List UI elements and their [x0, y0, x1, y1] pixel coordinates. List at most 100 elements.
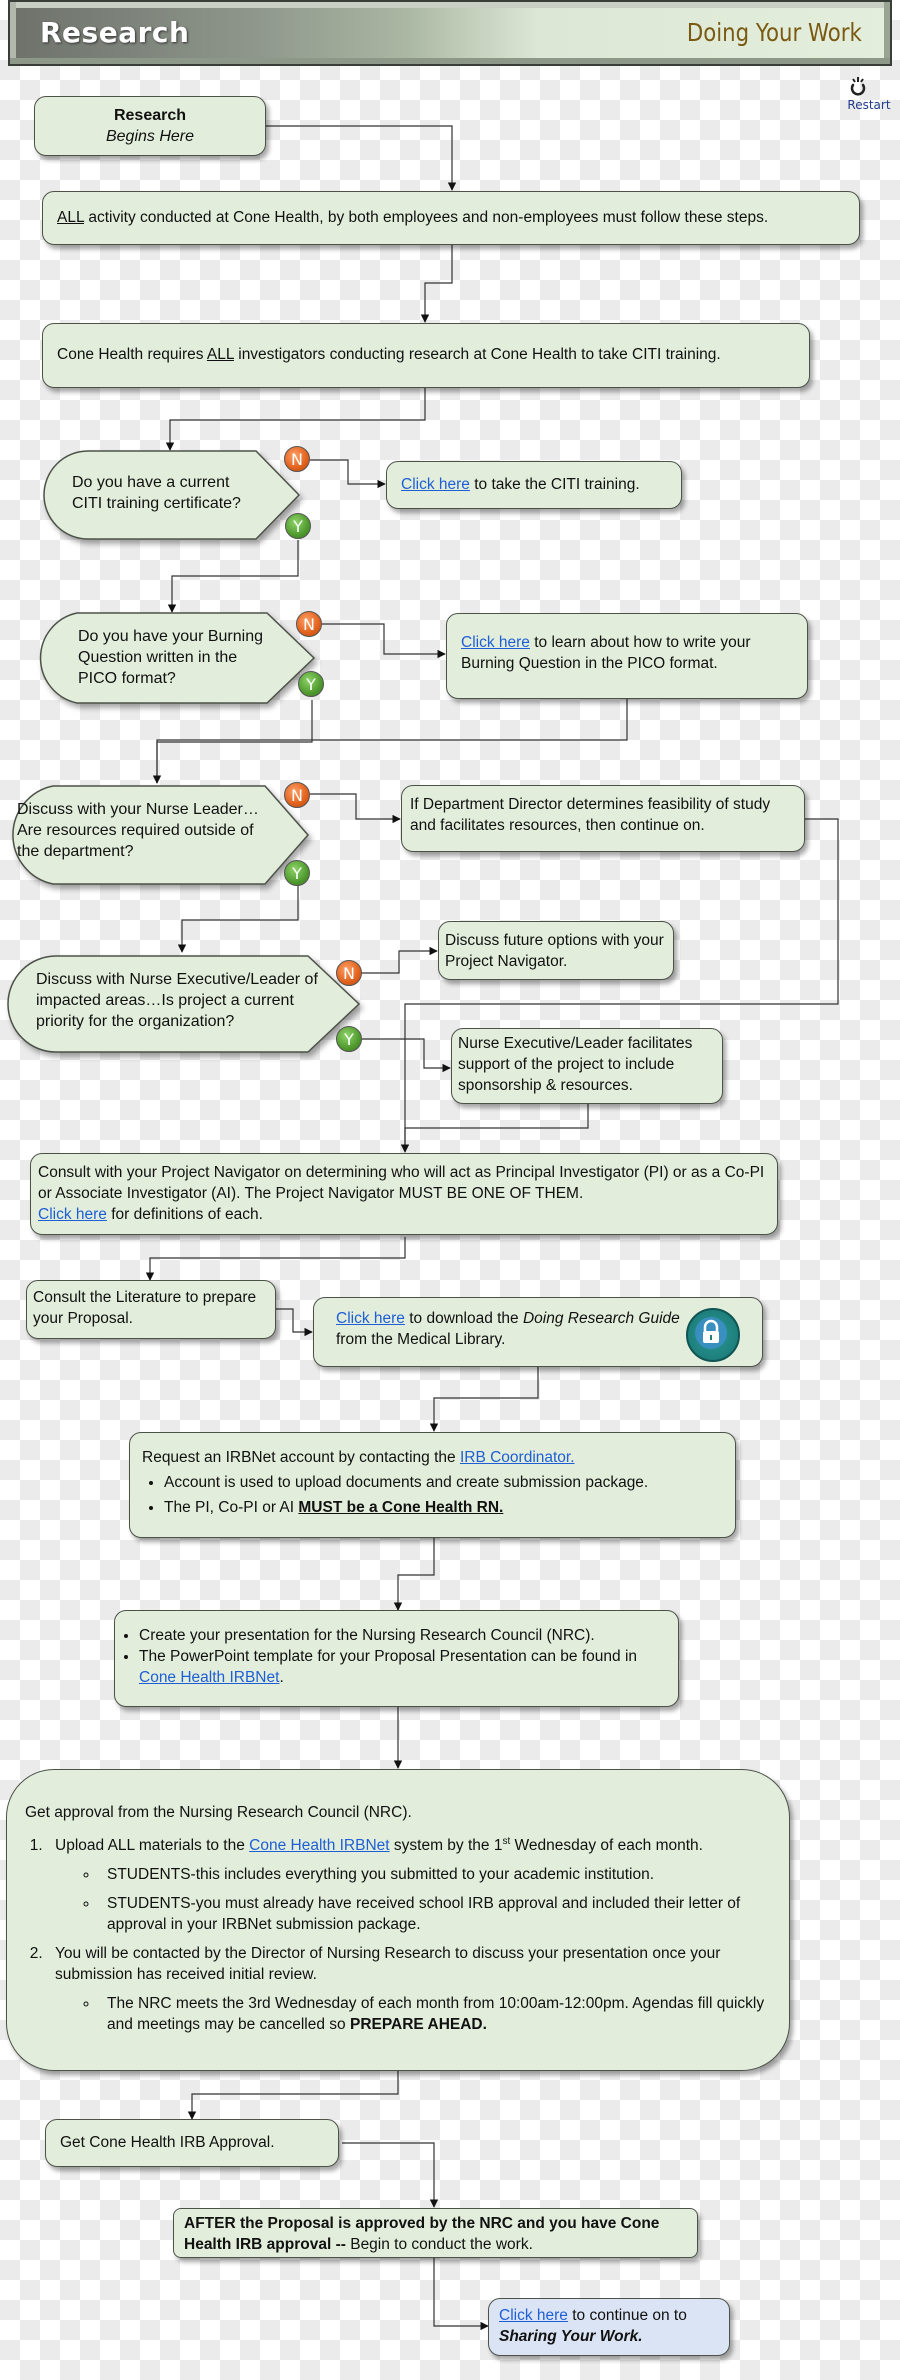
connector-q3-yes [177, 884, 299, 953]
pico-help-box: Click here to learn about how to write y… [446, 613, 808, 699]
executive-support-text: Nurse Executive/Leader facilitates suppo… [458, 1035, 693, 1094]
department-director-text: If Department Director determines feasib… [410, 796, 771, 834]
irbnet-bullet: Account is used to upload documents and … [164, 1472, 723, 1493]
connector-q4-yes [362, 1038, 451, 1073]
connector-pico-back [152, 698, 628, 784]
nrc-step: Upload ALL materials to the Cone Health … [47, 1831, 777, 1935]
irb-coordinator-link[interactable]: IRB Coordinator. [460, 1449, 575, 1466]
no-badge-pico: N [296, 611, 322, 637]
future-options-box: Discuss future options with your Project… [438, 921, 674, 980]
connector-guide-to-irbnet [429, 1366, 539, 1432]
yes-badge-pico: Y [298, 671, 324, 697]
connector-nav-to-lit [145, 1237, 406, 1281]
decision-resources-text: Discuss with your Nurse Leader… Are reso… [17, 801, 259, 860]
definitions-link[interactable]: Click here [38, 1206, 107, 1223]
connector-q4-no [360, 946, 438, 974]
nrc-step1-mid: system by the 1 [389, 1837, 503, 1855]
nrc-irbnet-link[interactable]: Cone Health IRBNet [249, 1837, 389, 1854]
decision-citi-text: Do you have a current CITI training cert… [72, 474, 241, 512]
connector-irbnet-to-pres [393, 1538, 435, 1611]
nrc-step2-bullet: The NRC meets the 3rd Wednesday of each … [99, 1993, 777, 2035]
irbnet-template-link[interactable]: Cone Health IRBNet [139, 1669, 279, 1686]
research-guide-text-pre: to download the [404, 1310, 523, 1327]
no-badge-resources: N [284, 782, 310, 808]
citi-req-post: investigators conducting research at Con… [233, 346, 721, 363]
nrc-step1-bullets: STUDENTS-this includes everything you su… [55, 1864, 777, 1935]
irbnet-bullet-bold: MUST be a Cone Health RN. [298, 1499, 504, 1516]
presentation-bullets: Create your presentation for the Nursing… [117, 1625, 666, 1688]
start-box: Research Begins Here [34, 96, 266, 156]
citi-training-text: to take the CITI training. [469, 476, 640, 493]
presentation-bullet2-pre: The PowerPoint template for your Proposa… [139, 1648, 638, 1665]
sharing-your-work-link[interactable]: Click here [499, 2307, 568, 2324]
no-badge-priority: N [336, 960, 362, 986]
yes-badge-citi: Y [285, 513, 311, 539]
all-activity-box: ALL activity conducted at Cone Health, b… [42, 191, 860, 245]
yes-badge-priority: Y [336, 1026, 362, 1052]
all-activity-text: activity conducted at Cone Health, by bo… [84, 209, 769, 226]
next-step-title: Sharing Your Work. [499, 2328, 643, 2345]
connector-exec-down [400, 1103, 589, 1153]
start-title: Research [113, 107, 187, 124]
citi-requirement-box: Cone Health requires ALL investigators c… [42, 323, 810, 388]
citi-training-link[interactable]: Click here [401, 476, 470, 493]
presentation-bullet: Create your presentation for the Nursing… [139, 1625, 666, 1646]
consult-navigator-text: Consult with your Project Navigator on d… [38, 1164, 765, 1202]
connector-q1-no [310, 459, 386, 489]
citi-req-pre: Cone Health requires [57, 346, 207, 363]
irbnet-bullets: Account is used to upload documents and … [142, 1472, 723, 1518]
pico-help-link[interactable]: Click here [461, 634, 530, 651]
nrc-step1-bullet: STUDENTS-this includes everything you su… [99, 1864, 777, 1885]
next-step-text: to continue on to [567, 2307, 687, 2324]
nrc-step1-post: Wednesday of each month. [510, 1837, 703, 1855]
start-subtitle: Begins Here [105, 128, 195, 145]
connector-begin-to-next [433, 2257, 489, 2331]
connector-q2-no [322, 623, 446, 659]
consult-literature-text: Consult the Literature to prepare your P… [33, 1289, 257, 1327]
decision-priority-text: Discuss with Nurse Executive/Leader of i… [36, 971, 318, 1030]
research-guide-text-post: from the Medical Library. [336, 1331, 506, 1348]
begin-work-box: AFTER the Proposal is approved by the NR… [173, 2208, 698, 2258]
connector-irb-to-begin [342, 2142, 439, 2208]
cone-health-access-badge [686, 1308, 740, 1362]
decision-pico-text: Do you have your Burning Question writte… [78, 628, 263, 687]
nrc-step2-bullets: The NRC meets the 3rd Wednesday of each … [55, 1993, 777, 2035]
connector-citi-to-q1 [165, 388, 426, 451]
lock-icon [695, 1317, 727, 1349]
research-guide-link[interactable]: Click here [336, 1310, 405, 1327]
irbnet-account-pre: Request an IRBNet account by contacting … [142, 1449, 460, 1466]
connector-q2-yes [156, 700, 313, 783]
irbnet-bullet: The PI, Co-PI or AI MUST be a Cone Healt… [164, 1497, 723, 1518]
connector-q3-no [310, 793, 401, 824]
irbnet-bullet-pre: The PI, Co-PI or AI [164, 1499, 299, 1516]
definitions-text: for definitions of each. [106, 1206, 263, 1223]
decision-priority: Discuss with Nurse Executive/Leader of i… [6, 955, 361, 1053]
consult-literature-box: Consult the Literature to prepare your P… [26, 1280, 276, 1339]
connector-start-to-all [265, 125, 457, 191]
begin-work-text: Begin to conduct the work. [345, 2236, 533, 2253]
decision-pico: Do you have your Burning Question writte… [31, 612, 316, 704]
presentation-bullet: The PowerPoint template for your Proposa… [139, 1646, 666, 1688]
presentation-box: Create your presentation for the Nursing… [114, 1610, 679, 1707]
irb-approval-box: Get Cone Health IRB Approval. [45, 2119, 339, 2167]
nrc-step2-bullet-bold: PREPARE AHEAD. [349, 2016, 487, 2034]
research-guide-title: Doing Research Guide [522, 1310, 680, 1327]
connector-lit-to-guide [276, 1308, 313, 1337]
decision-citi-certificate: Do you have a current CITI training cert… [43, 450, 301, 540]
citi-training-box: Click here to take the CITI training. [386, 461, 682, 509]
research-guide-box: Click here to download the Doing Researc… [313, 1297, 763, 1367]
department-director-box: If Department Director determines feasib… [401, 785, 805, 852]
nrc-heading: Get approval from the Nursing Research C… [25, 1804, 412, 1821]
nrc-steps: Upload ALL materials to the Cone Health … [25, 1831, 777, 2035]
connector-all-to-citi [420, 245, 453, 323]
all-emph: ALL [57, 209, 85, 226]
nrc-step: You will be contacted by the Director of… [47, 1943, 777, 2035]
nrc-step2-text: You will be contacted by the Director of… [55, 1945, 721, 1984]
no-badge-citi: N [284, 446, 310, 472]
connector-nrc-to-irb [187, 2071, 399, 2120]
nrc-step1-pre: Upload ALL materials to the [55, 1837, 250, 1855]
executive-support-box: Nurse Executive/Leader facilitates suppo… [451, 1028, 723, 1104]
decision-resources: Discuss with your Nurse Leader… Are reso… [3, 785, 309, 885]
presentation-bullet2-post: . [279, 1669, 284, 1686]
irb-approval-text: Get Cone Health IRB Approval. [60, 2134, 275, 2151]
